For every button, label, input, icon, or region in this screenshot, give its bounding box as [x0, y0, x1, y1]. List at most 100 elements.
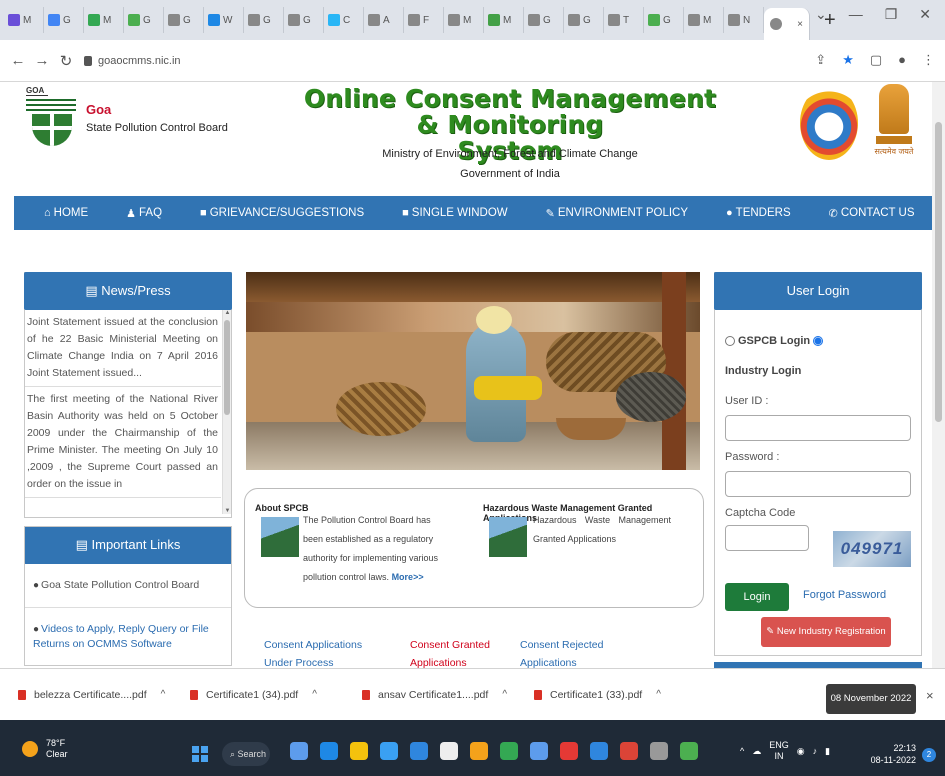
gspcb-login-option[interactable]: GSPCB Login	[725, 335, 824, 347]
weather-widget[interactable]: 78°F Clear	[22, 738, 68, 760]
news-scrollbar[interactable]: ▲ ▼	[222, 310, 231, 514]
chevron-up-icon[interactable]: ^	[502, 689, 507, 700]
consent-under-process-link[interactable]: Consent Applications Under Process	[264, 636, 376, 672]
share-icon[interactable]: ⇪	[815, 52, 826, 68]
browser-tab[interactable]: F	[404, 7, 444, 33]
taskbar-search[interactable]: ⌕ Search	[222, 742, 270, 766]
industry-radio[interactable]	[813, 336, 824, 346]
restore-button[interactable]: ❐	[885, 6, 898, 23]
news-scroll-thumb[interactable]	[224, 320, 230, 415]
hazardous-text[interactable]: Hazardous Waste Management Granted Appli…	[533, 511, 671, 549]
sidebar-icon[interactable]: ▢	[870, 52, 882, 68]
browser-tab[interactable]: G	[244, 7, 284, 33]
browser-tab[interactable]: M	[684, 7, 724, 33]
chevron-up-icon[interactable]: ^	[161, 689, 166, 700]
nav-item-tenders[interactable]: ● TENDERS	[726, 207, 791, 219]
taskbar-app-icon[interactable]	[530, 742, 548, 760]
nav-item-grievance-suggestions[interactable]: ■ GRIEVANCE/SUGGESTIONS	[200, 207, 364, 219]
scroll-up-icon[interactable]: ▲	[223, 310, 231, 316]
language-indicator[interactable]: ENG IN	[769, 740, 789, 762]
browser-tab[interactable]: C	[324, 7, 364, 33]
browser-tab[interactable]: M	[84, 7, 124, 33]
nav-item-contact-us[interactable]: ✆ CONTACT US	[829, 207, 915, 220]
taskbar-app-icon[interactable]	[440, 742, 458, 760]
notification-badge[interactable]: 2	[922, 748, 936, 762]
userid-input[interactable]	[725, 415, 911, 441]
bookmark-star-icon[interactable]: ★	[842, 52, 854, 68]
active-tab[interactable]: ×	[764, 8, 810, 40]
password-input[interactable]	[725, 471, 911, 497]
taskbar-app-icon[interactable]	[380, 742, 398, 760]
battery-icon[interactable]: ▮	[825, 746, 830, 757]
browser-tab[interactable]: M	[4, 7, 44, 33]
tray-chevron-icon[interactable]: ^	[740, 746, 744, 756]
url-field[interactable]: goaocmms.nic.in	[84, 55, 181, 67]
nav-item-home[interactable]: ⌂ HOME	[44, 207, 88, 219]
browser-tab[interactable]: A	[364, 7, 404, 33]
chevron-up-icon[interactable]: ^	[656, 689, 661, 700]
download-item[interactable]: Certificate1 (33).pdf ^	[534, 689, 706, 701]
menu-icon[interactable]: ⋮	[922, 52, 935, 68]
minimize-button[interactable]: —	[849, 6, 863, 23]
browser-tab[interactable]: N	[724, 7, 764, 33]
wifi-icon[interactable]: ◉	[797, 746, 805, 757]
profile-icon[interactable]: ●	[898, 52, 906, 68]
back-icon[interactable]: ←	[6, 52, 30, 69]
gspcb-radio[interactable]	[725, 336, 735, 346]
volume-icon[interactable]: ♪	[813, 746, 818, 756]
download-item[interactable]: belezza Certificate....pdf ^	[18, 689, 190, 701]
news-list[interactable]: Joint Statement issued at the conclusion…	[25, 310, 231, 514]
consent-granted-link[interactable]: Consent Granted Applications	[410, 636, 490, 672]
browser-tab[interactable]: T	[604, 7, 644, 33]
taskbar-clock[interactable]: 22:13 08-11-2022	[866, 742, 916, 766]
close-downloads-button[interactable]: ×	[926, 688, 934, 703]
windows-start-icon[interactable]	[192, 746, 208, 762]
taskbar-app-icon[interactable]	[470, 742, 488, 760]
gspcb-logo[interactable]: GOA	[26, 86, 90, 174]
browser-tab[interactable]: M	[444, 7, 484, 33]
captcha-input[interactable]	[725, 525, 809, 551]
close-window-button[interactable]: ✕	[919, 6, 931, 23]
taskbar-app-icon[interactable]	[350, 742, 368, 760]
browser-tab[interactable]: G	[644, 7, 684, 33]
download-item[interactable]: Certificate1 (34).pdf ^	[190, 689, 362, 701]
tab-search-icon[interactable]: ⌄	[815, 6, 827, 23]
taskbar-app-icon[interactable]	[560, 742, 578, 760]
taskbar-app-icon[interactable]	[620, 742, 638, 760]
browser-tab[interactable]: G	[524, 7, 564, 33]
news-item[interactable]: The first meeting of the National River …	[25, 387, 221, 498]
browser-tab[interactable]: G	[284, 7, 324, 33]
more-link[interactable]: More>>	[392, 572, 424, 582]
forgot-password-link[interactable]: Forgot Password	[803, 589, 886, 601]
taskbar-app-icon[interactable]	[320, 742, 338, 760]
browser-tab[interactable]: W	[204, 7, 244, 33]
chevron-up-icon[interactable]: ^	[312, 689, 317, 700]
tab-close-icon[interactable]: ×	[797, 19, 803, 30]
taskbar-app-icon[interactable]	[410, 742, 428, 760]
scroll-down-icon[interactable]: ▼	[223, 508, 231, 514]
browser-tab[interactable]: G	[564, 7, 604, 33]
nav-item-single-window[interactable]: ■ SINGLE WINDOW	[402, 207, 508, 219]
taskbar-app-icon[interactable]	[590, 742, 608, 760]
taskbar-app-icon[interactable]	[290, 742, 308, 760]
nav-item-faq[interactable]: ♟ FAQ	[126, 207, 162, 220]
browser-tab[interactable]: M	[484, 7, 524, 33]
new-industry-registration-button[interactable]: ✎ New Industry Registration	[761, 617, 891, 647]
important-link[interactable]: ● Goa State Pollution Control Board	[25, 564, 231, 608]
browser-tab[interactable]: G	[44, 7, 84, 33]
browser-tab[interactable]: G	[164, 7, 204, 33]
page-scroll-thumb[interactable]	[935, 122, 942, 422]
taskbar-app-icon[interactable]	[650, 742, 668, 760]
cloud-icon[interactable]: ☁	[752, 746, 761, 757]
news-item[interactable]: Joint Statement issued at the conclusion…	[25, 310, 221, 387]
forward-icon[interactable]: →	[30, 52, 54, 69]
reload-icon[interactable]: ↻	[54, 52, 78, 70]
login-button[interactable]: Login	[725, 583, 789, 611]
nav-item-environment-policy[interactable]: ✎ ENVIRONMENT POLICY	[546, 207, 688, 220]
taskbar-app-icon[interactable]	[500, 742, 518, 760]
important-link[interactable]: ● Videos to Apply, Reply Query or File Re…	[25, 608, 231, 665]
browser-tab[interactable]: G	[124, 7, 164, 33]
consent-rejected-link[interactable]: Consent Rejected Applications	[520, 636, 610, 672]
download-item[interactable]: ansav Certificate1....pdf ^	[362, 689, 534, 701]
page-scrollbar[interactable]	[932, 82, 945, 668]
